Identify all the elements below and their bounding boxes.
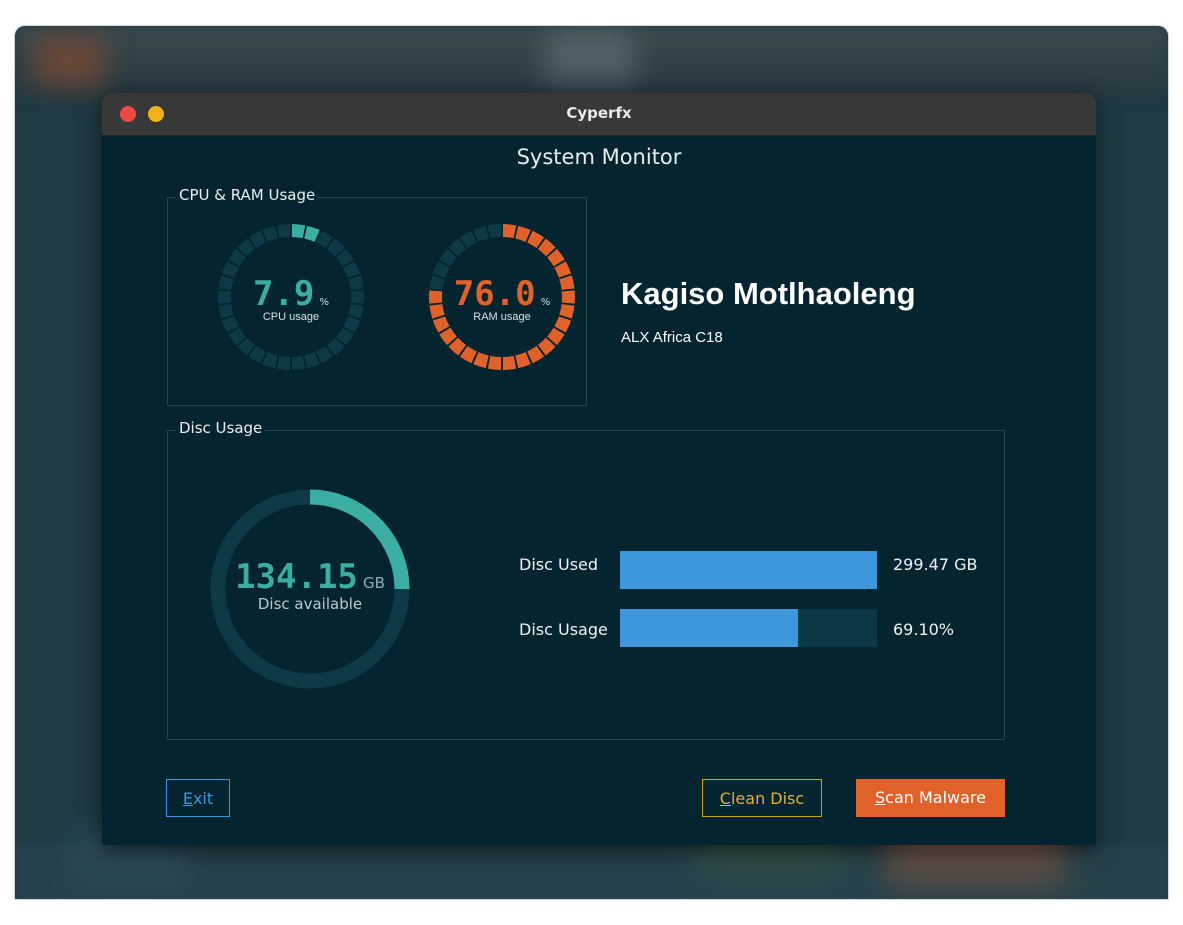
ram-gauge-segment [473,225,489,242]
cpu-gauge-segment [291,355,306,370]
cpu-gauge-segment [304,352,320,369]
exit-label: xit [192,789,214,808]
scan-mnemonic: S [875,788,886,807]
cpu-gauge-segment [262,225,278,242]
cpu-usage-unit: % [319,297,330,308]
scan-label: can Malware [885,788,986,807]
disc-used-bar [620,551,877,589]
ram-gauge-segment [487,224,502,239]
ram-gauge-segment [487,355,502,370]
ram-gauge-text: 76.0 % RAM usage [427,274,577,323]
cpu-gauge-segment [291,224,306,239]
clean-disc-button[interactable]: Clean Disc [702,779,822,817]
disc-available-value: 134.15 [235,557,358,597]
ram-usage-caption: RAM usage [473,311,531,323]
disc-usage-label: Disc Usage [519,620,608,639]
cpu-ram-group: CPU & RAM Usage 7.9 % CPU usage 76.0 % R… [167,186,587,406]
disc-available-unit: GB [363,574,385,592]
window-title: Cyperfx [566,104,632,122]
cpu-gauge-segment [276,224,291,239]
ram-gauge-segment [515,225,531,242]
disc-available-caption: Disc available [257,595,363,613]
ram-gauge-segment [502,224,517,239]
ram-gauge-segment [473,352,489,369]
disc-used-label: Disc Used [519,555,599,574]
ram-usage-value: 76.0 [453,274,536,314]
exit-mnemonic: E [182,789,193,808]
disc-used-value: 299.47 GB [893,555,978,574]
disc-gauge-text: 134.15 GB Disc available [208,557,412,613]
cpu-gauge-segment [276,355,291,370]
ram-usage-unit: % [540,297,551,308]
disc-usage-group: Disc Usage 134.15 GB Disc available Disc… [167,419,1005,740]
user-name: Kagiso Motlhaoleng [621,276,916,311]
exit-button[interactable]: Exit [166,779,230,817]
disc-usage-value: 69.10% [893,620,955,639]
cpu-gauge-segment [304,225,320,242]
disc-group-label: Disc Usage [176,419,266,437]
disc-used-bar-fill [620,551,877,589]
scan-malware-button[interactable]: Scan Malware [856,779,1005,817]
disc-usage-bar [620,609,877,647]
cpu-gauge-segment [262,352,278,369]
cpu-ram-group-label: CPU & RAM Usage [176,186,319,204]
ram-gauge-segment [502,355,517,370]
app-window: Cyperfx System Monitor CPU & RAM Usage 7… [102,93,1096,845]
cpu-gauge-text: 7.9 % CPU usage [216,274,366,323]
disc-usage-bar-fill [620,609,798,647]
user-organization: ALX Africa C18 [621,329,723,346]
clean-mnemonic: C [719,789,731,808]
cpu-usage-caption: CPU usage [262,311,320,323]
ram-gauge-segment [515,352,531,369]
cpu-usage-value: 7.9 [252,274,315,314]
page-title: System Monitor [516,145,682,169]
clean-label: lean Disc [730,789,805,808]
title-bar: Cyperfx [102,93,1096,136]
